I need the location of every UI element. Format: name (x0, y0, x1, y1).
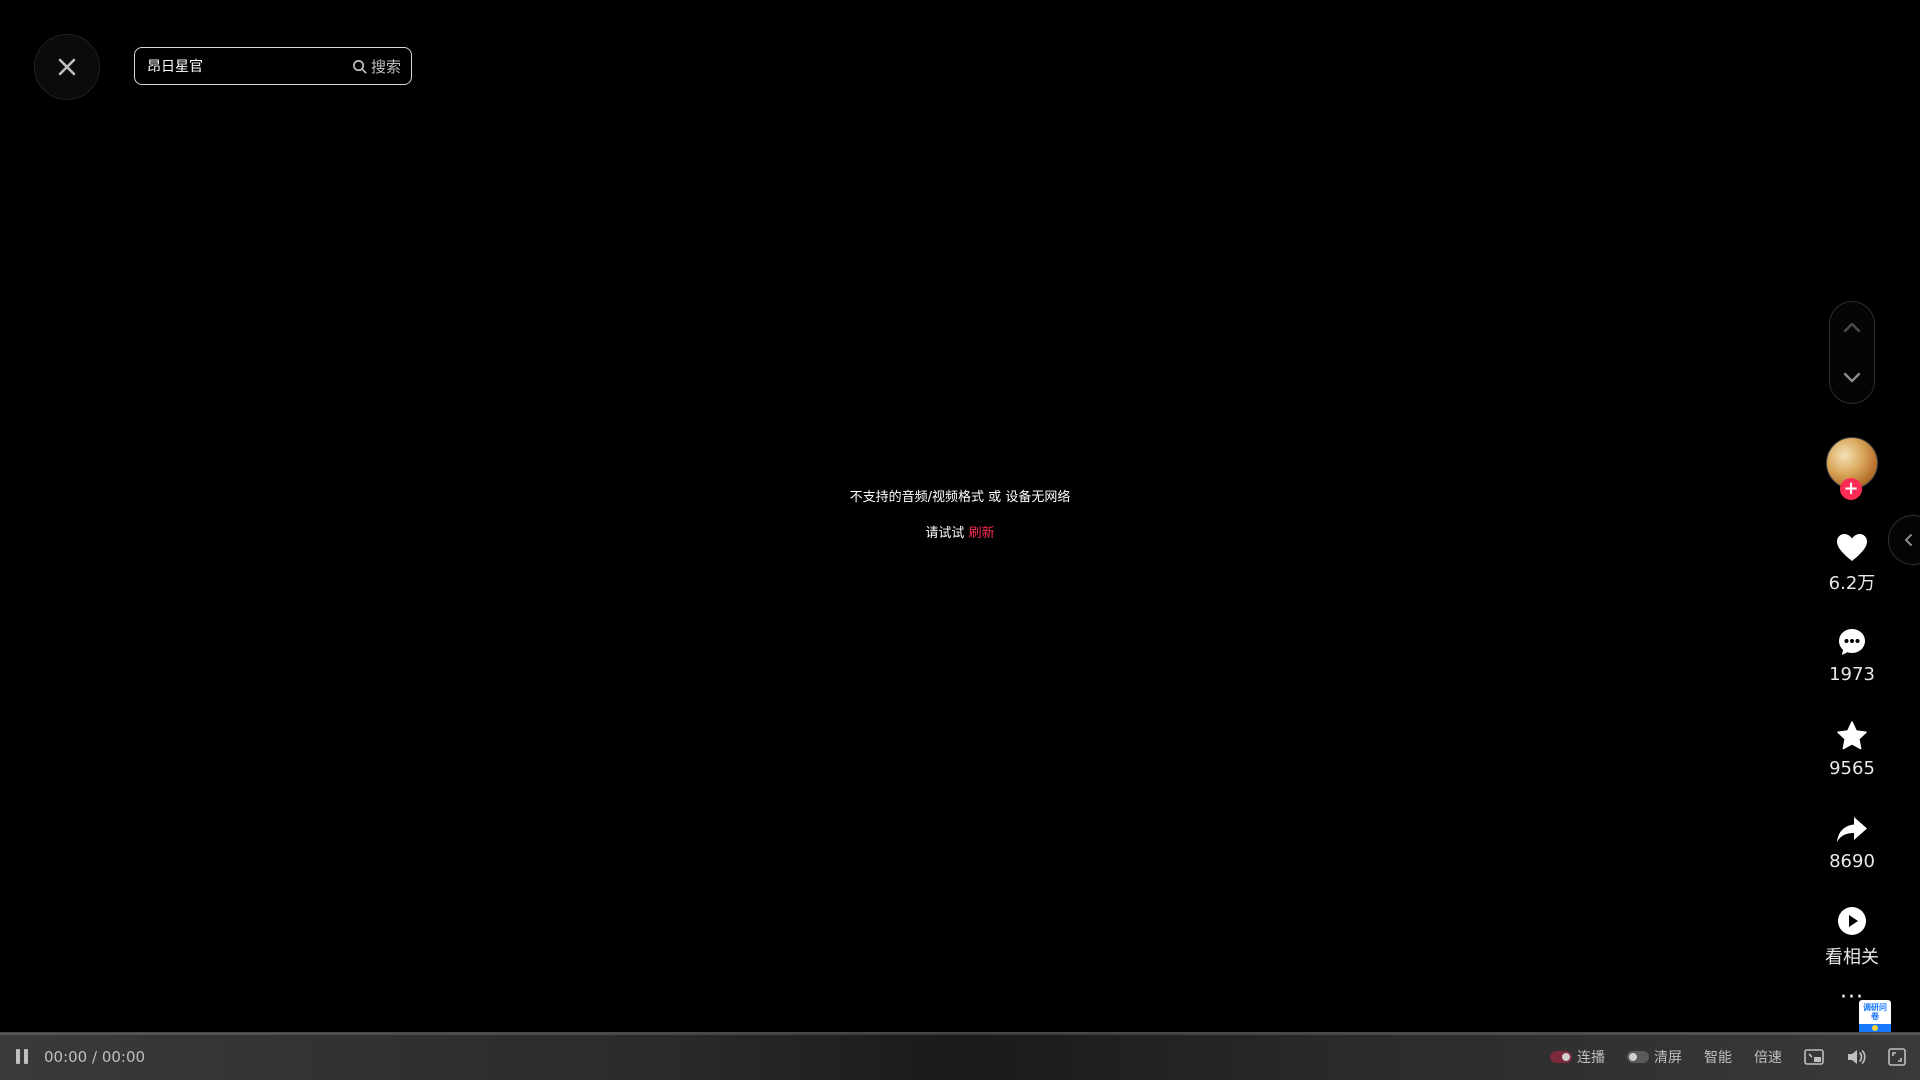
survey-label: 调研问卷 (1863, 1003, 1887, 1021)
autoplay-switch (1550, 1051, 1572, 1063)
comment-icon (1839, 629, 1865, 655)
autoplay-label: 连播 (1577, 1050, 1605, 1066)
search-button-label: 搜索 (370, 57, 401, 76)
search-icon (353, 59, 367, 73)
pause-icon (16, 1049, 20, 1064)
retry-line: 请试试 刷新 (0, 524, 1920, 544)
related-button[interactable]: 看相关 (1802, 905, 1902, 969)
pause-icon-bar (24, 1049, 28, 1064)
fullscreen-button[interactable] (1888, 1048, 1906, 1066)
survey-button[interactable]: 调研问卷 (1859, 1000, 1891, 1036)
close-button[interactable] (34, 34, 100, 100)
clear-screen-switch (1627, 1051, 1649, 1063)
picture-in-picture-icon (1804, 1049, 1824, 1065)
play-icon (1838, 907, 1866, 935)
chevron-left-icon (1905, 534, 1912, 546)
heart-icon (1837, 534, 1867, 561)
pause-button[interactable] (16, 1049, 28, 1064)
retry-prefix: 请试试 (925, 526, 965, 541)
clear-screen-label: 清屏 (1654, 1050, 1682, 1066)
time-display: 00:00 / 00:00 (44, 1048, 146, 1066)
autoplay-toggle[interactable]: 连播 (1550, 1047, 1605, 1067)
clear-screen-toggle[interactable]: 清屏 (1627, 1047, 1682, 1067)
video-player-page: 搜索 不支持的音频/视频格式 或 设备无网络 请试试 刷新 + 6.2万 (0, 0, 1920, 1080)
volume-icon (1848, 1050, 1866, 1064)
search-input[interactable] (135, 48, 352, 84)
chevron-down-icon (1843, 372, 1861, 382)
share-icon (1837, 817, 1867, 842)
player-controls-right: 连播 清屏 智能 倍速 (1550, 1033, 1906, 1080)
smart-button[interactable]: 智能 (1704, 1047, 1732, 1067)
close-icon (58, 58, 76, 76)
volume-button[interactable] (1846, 1048, 1866, 1066)
comment-button[interactable]: 1973 (1802, 626, 1902, 685)
search-button[interactable]: 搜索 (352, 56, 411, 77)
like-count: 6.2万 (1828, 573, 1876, 594)
comment-count: 1973 (1829, 664, 1875, 685)
video-nav-pill (1829, 301, 1875, 404)
follow-button[interactable]: + (1840, 478, 1862, 500)
previous-video-button[interactable] (1843, 321, 1861, 333)
refresh-link[interactable]: 刷新 (969, 526, 995, 541)
favorite-count: 9565 (1829, 758, 1875, 779)
next-video-button[interactable] (1843, 372, 1861, 384)
error-message: 不支持的音频/视频格式 或 设备无网络 请试试 刷新 (0, 488, 1920, 544)
share-count: 8690 (1829, 851, 1875, 872)
chevron-up-icon (1843, 323, 1861, 333)
pip-button[interactable] (1804, 1049, 1824, 1065)
survey-heart-icon (1872, 1025, 1878, 1031)
speed-button[interactable]: 倍速 (1754, 1047, 1782, 1067)
related-label: 看相关 (1825, 947, 1879, 968)
share-button[interactable]: 8690 (1802, 815, 1902, 872)
like-button[interactable]: 6.2万 (1802, 533, 1902, 595)
search-box: 搜索 (134, 47, 412, 85)
star-icon (1837, 721, 1867, 750)
favorite-button[interactable]: 9565 (1802, 720, 1902, 779)
error-text: 不支持的音频/视频格式 或 设备无网络 (849, 490, 1071, 505)
player-control-bar: 00:00 / 00:00 连播 清屏 智能 倍速 (0, 1032, 1920, 1080)
fullscreen-icon (1888, 1048, 1906, 1066)
